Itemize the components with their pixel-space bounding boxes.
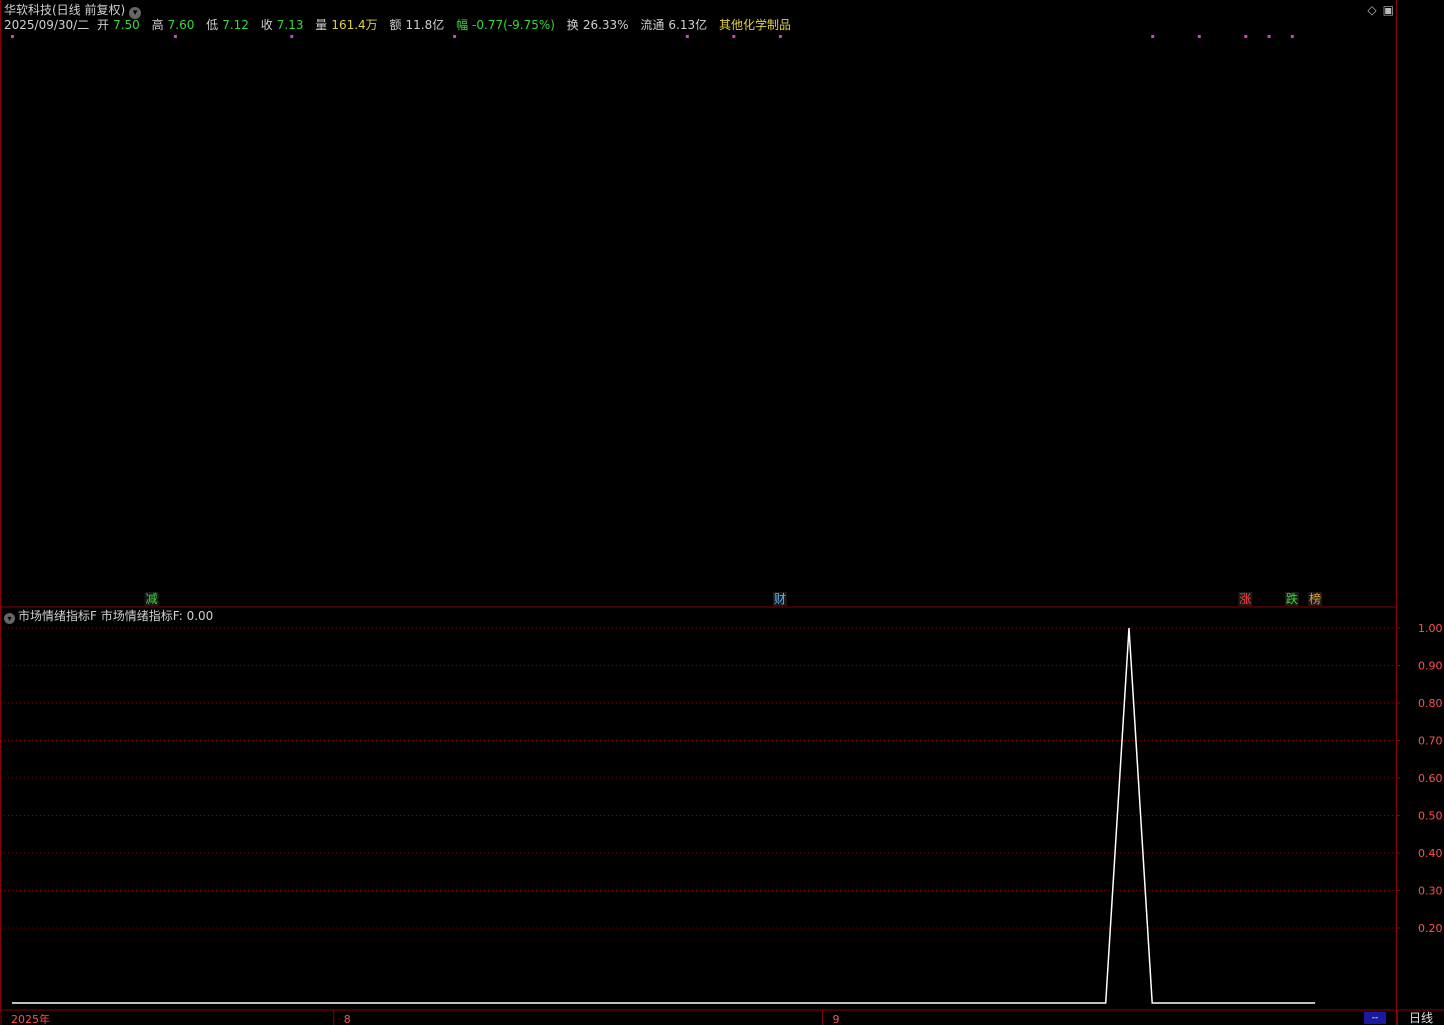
turnover-label: 换 — [566, 18, 579, 32]
float-value: 6.13亿 — [668, 18, 708, 32]
amount-value: 11.8亿 — [405, 18, 445, 32]
time-axis-label: 8 — [344, 1013, 351, 1025]
amount-label: 额 — [389, 18, 402, 32]
top-marker-dot — [1151, 35, 1155, 38]
quote-date: 2025/09/30/二 — [4, 18, 90, 32]
low-label: 低 — [206, 18, 219, 32]
change-value: -0.77(-9.75%) — [472, 18, 555, 32]
indicator-tick-label: 0.70 — [1418, 735, 1443, 748]
top-marker-dot — [1290, 35, 1294, 38]
open-label: 开 — [97, 18, 110, 32]
high-value: 7.60 — [167, 18, 195, 32]
event-marker: 涨 — [1239, 591, 1251, 606]
top-marker-dot — [453, 35, 457, 38]
indicator-tick-label: 0.40 — [1418, 847, 1443, 860]
mini-button[interactable]: -- — [1364, 1012, 1386, 1024]
float-label: 流通 — [640, 18, 665, 32]
indicator-tick-label: 0.60 — [1418, 772, 1443, 785]
top-marker-dot — [11, 35, 14, 38]
indicator-value: 市场情绪指标F: 0.00 — [100, 609, 214, 623]
maximize-icon[interactable]: ▣ — [1383, 3, 1394, 17]
time-axis-label: 2025年 — [11, 1012, 50, 1025]
window-controls: ◇ ▣ — [1361, 3, 1394, 17]
top-marker-dot — [173, 35, 177, 38]
turnover-value: 26.33% — [582, 18, 629, 32]
close-label: 收 — [260, 18, 273, 32]
high-label: 高 — [151, 18, 164, 32]
chevron-down-icon[interactable]: ▾ — [4, 613, 15, 624]
top-marker-dot — [290, 35, 294, 38]
event-marker: 跌 — [1286, 591, 1298, 606]
indicator-tick-label: 1.00 — [1418, 622, 1443, 635]
indicator-tick-label: 0.30 — [1418, 885, 1443, 898]
volume-value: 161.4万 — [331, 18, 378, 32]
top-marker-dot — [1197, 35, 1201, 38]
stock-chart[interactable]: 9.568.697.907.116.405.765.555.459.768.78… — [0, 0, 1444, 1025]
close-value: 7.13 — [276, 18, 304, 32]
time-axis-label: 9 — [832, 1013, 839, 1025]
indicator-tick-label: 0.80 — [1418, 697, 1443, 710]
sector-label[interactable]: 其他化学制品 — [719, 18, 791, 32]
low-value: 7.12 — [222, 18, 249, 32]
event-marker: 榜 — [1309, 591, 1321, 606]
indicator-tick-label: 0.50 — [1418, 810, 1443, 823]
indicator-header: ▾ 市场情绪指标F 市场情绪指标F: 0.00 — [4, 609, 213, 624]
indicator-tick-label: 0.90 — [1418, 660, 1443, 673]
indicator-tick-label: 0.20 — [1418, 922, 1443, 935]
change-label: 幅 — [456, 18, 469, 32]
top-marker-dot — [778, 35, 782, 38]
open-value: 7.50 — [113, 18, 140, 32]
quote-info-bar: 2025/09/30/二 开 7.50 高 7.60 低 7.12 收 7.13 量 16… — [4, 18, 795, 32]
chart-title[interactable]: 华软科技(日线 前复权) ▾ — [4, 3, 142, 19]
top-marker-dot — [1244, 35, 1248, 38]
top-marker-dot — [732, 35, 736, 38]
tab-daily[interactable]: 日线 — [1397, 1011, 1444, 1025]
sentiment-line — [12, 627, 1316, 1004]
event-marker: 财 — [774, 592, 786, 606]
volume-label: 量 — [315, 18, 328, 32]
event-marker: 减 — [146, 592, 158, 606]
indicator-name[interactable]: 市场情绪指标F — [18, 609, 97, 623]
top-marker-dot — [685, 35, 689, 38]
top-marker-dot — [1267, 35, 1271, 38]
stock-title: 华软科技(日线 前复权) — [4, 3, 126, 17]
diamond-icon[interactable]: ◇ — [1367, 3, 1376, 17]
